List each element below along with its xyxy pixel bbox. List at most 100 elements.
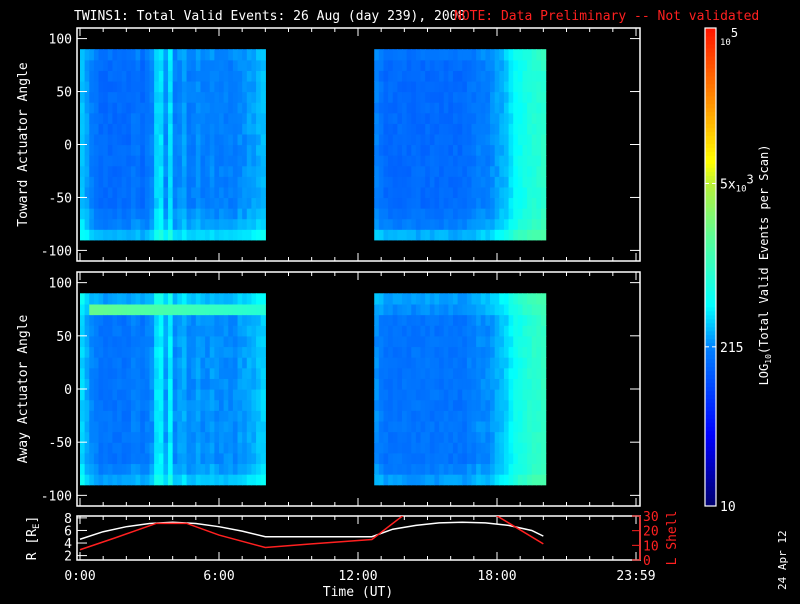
heatmap-cell — [163, 229, 169, 241]
heatmap-cell — [383, 176, 389, 188]
heatmap-cell — [499, 303, 505, 316]
heatmap-cell — [126, 452, 132, 465]
heatmap-cell — [89, 91, 95, 103]
heatmap-cell — [135, 463, 141, 475]
colorbar-swatch — [705, 75, 716, 81]
heatmap-cell — [200, 399, 206, 411]
heatmap-cell — [228, 155, 234, 167]
heatmap-cell — [149, 367, 155, 379]
colorbar-swatch — [705, 63, 716, 69]
heatmap-cell — [117, 367, 123, 379]
heatmap-cell — [406, 389, 412, 401]
heatmap-cell — [485, 474, 491, 486]
heatmap-cell — [443, 155, 449, 167]
colorbar-swatch — [705, 103, 716, 109]
heatmap-cell — [531, 155, 537, 167]
heatmap-cell — [392, 452, 398, 465]
heatmap-cell — [448, 208, 454, 220]
heatmap-cell — [471, 155, 477, 167]
heatmap-cell — [205, 59, 211, 71]
heatmap-cell — [499, 176, 505, 188]
heatmap-cell — [84, 155, 90, 167]
heatmap-cell — [158, 112, 164, 124]
heatmap-cell — [223, 463, 229, 475]
heatmap-cell — [415, 474, 422, 486]
heatmap-cell — [471, 59, 477, 71]
heatmap-cell — [503, 218, 510, 230]
heatmap-cell — [93, 218, 100, 230]
heatmap-cell — [228, 218, 234, 230]
heatmap-cell — [232, 474, 239, 486]
heatmap-cell — [191, 293, 197, 305]
heatmap-cell — [135, 229, 141, 241]
heatmap-cell — [448, 186, 454, 199]
heatmap-cell — [117, 208, 123, 220]
heatmap-cell — [388, 80, 394, 93]
heatmap-cell — [135, 144, 141, 156]
heatmap-cell — [457, 229, 463, 241]
heatmap-cell — [172, 431, 178, 443]
heatmap-cell — [443, 431, 449, 443]
heatmap-cell — [223, 186, 229, 199]
heatmap-cell — [177, 91, 183, 103]
heatmap-cell — [126, 59, 132, 71]
heatmap-cell — [452, 431, 459, 443]
heatmap-cell — [242, 123, 248, 135]
heatmap-cell — [191, 463, 197, 475]
heatmap-cell — [181, 102, 188, 114]
heatmap-cell — [163, 155, 169, 167]
heatmap-cell — [434, 399, 440, 411]
heatmap-cell — [186, 59, 192, 71]
heatmap-cell — [429, 335, 436, 348]
heatmap-cell — [378, 70, 385, 82]
heatmap-cell — [121, 112, 127, 124]
heatmap-cell — [117, 452, 123, 465]
heatmap-cell — [374, 70, 380, 82]
heatmap-cell — [374, 293, 380, 305]
heatmap-cell — [499, 367, 505, 379]
heatmap-cell — [485, 346, 491, 358]
heatmap-cell — [93, 186, 100, 199]
heatmap-cell — [392, 410, 398, 422]
heatmap-cell — [84, 218, 90, 230]
heatmap-cell — [112, 303, 118, 316]
heatmap-cell — [84, 474, 90, 486]
heatmap-cell — [494, 389, 500, 401]
heatmap-cell — [181, 218, 188, 230]
heatmap-cell — [181, 59, 188, 71]
heatmap-cell — [527, 49, 533, 61]
heatmap-cell — [246, 70, 253, 82]
heatmap-cell — [80, 49, 86, 61]
heatmap-cell — [541, 389, 547, 401]
heatmap-cell — [186, 165, 192, 177]
heatmap-cell — [107, 123, 114, 135]
heatmap-cell — [466, 144, 473, 156]
heatmap-cell — [121, 80, 127, 93]
heatmap-cell — [80, 452, 86, 465]
heatmap-cell — [223, 155, 229, 167]
heatmap-cell — [466, 102, 473, 114]
heatmap-cell — [144, 452, 151, 465]
heatmap-cell — [434, 229, 440, 241]
heatmap-cell — [494, 70, 500, 82]
heatmap-cell — [154, 410, 160, 422]
heatmap-cell — [402, 474, 408, 486]
heatmap-cell — [89, 176, 95, 188]
heatmap-cell — [205, 378, 211, 390]
heatmap-cell — [246, 346, 253, 358]
heatmap-cell — [144, 197, 151, 209]
heatmap-cell — [517, 335, 524, 348]
colorbar-swatch — [705, 494, 716, 499]
heatmap-cell — [200, 346, 206, 358]
heatmap-cell — [480, 229, 487, 241]
heatmap-cell — [140, 218, 146, 230]
heatmap-cell — [541, 70, 547, 82]
heatmap-cell — [415, 463, 422, 475]
heatmap-cell — [406, 229, 412, 241]
heatmap-cell — [214, 197, 220, 209]
heatmap-cell — [126, 91, 132, 103]
heatmap-cell — [219, 229, 225, 241]
heatmap-cell — [374, 144, 380, 156]
heatmap-cell — [420, 431, 426, 443]
heatmap-cell — [260, 314, 266, 326]
